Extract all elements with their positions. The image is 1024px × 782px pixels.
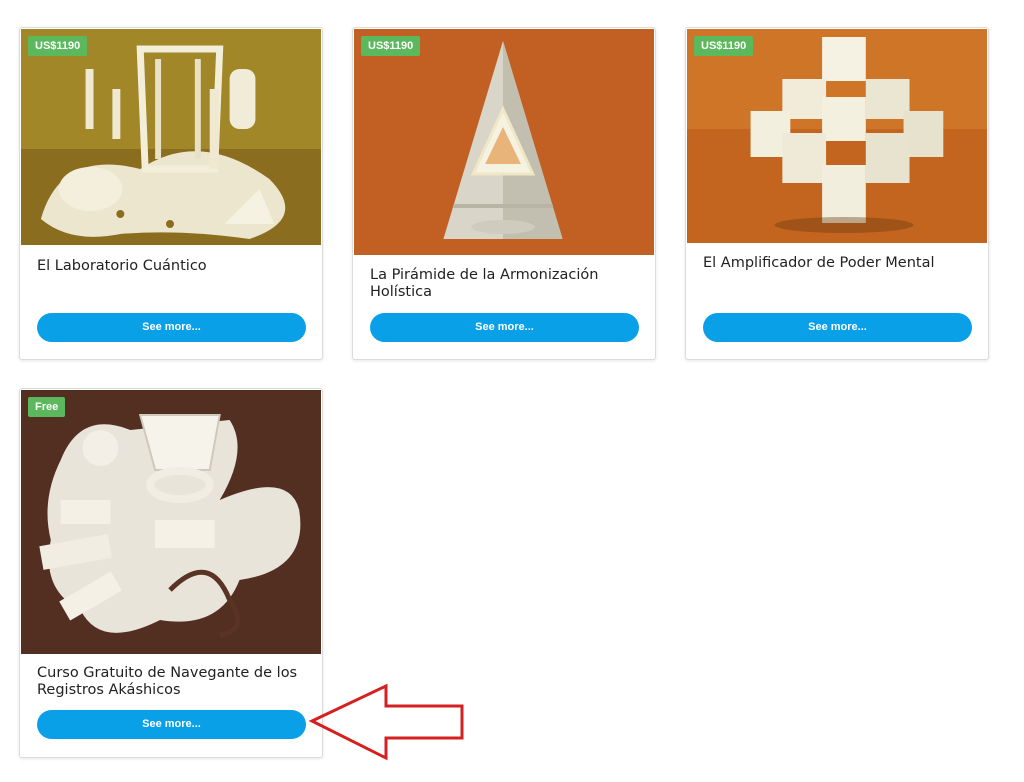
price-badge: Free — [28, 397, 66, 417]
see-more-button[interactable]: See more... — [370, 313, 639, 342]
see-more-button[interactable]: See more... — [37, 313, 306, 342]
product-image[interactable] — [21, 390, 321, 654]
see-more-button[interactable]: See more... — [703, 313, 972, 342]
product-image[interactable] — [687, 29, 987, 243]
price-badge: US$1190 — [694, 36, 754, 56]
product-card: US$1190 El Amplificador de Poder Mental … — [685, 27, 989, 360]
product-title[interactable]: El Laboratorio Cuántico — [37, 258, 308, 275]
product-card: US$1190 El Laboratorio Cuántico See more… — [19, 27, 323, 360]
price-badge: US$1190 — [361, 36, 421, 56]
price-badge: US$1190 — [28, 36, 88, 56]
product-card: Free Curso Gratuito de Navegante de los … — [19, 388, 323, 758]
product-title[interactable]: Curso Gratuito de Navegante de los Regis… — [37, 665, 308, 699]
product-title[interactable]: La Pirámide de la Armonización Holística — [370, 267, 641, 301]
product-title[interactable]: El Amplificador de Poder Mental — [703, 255, 974, 272]
product-image[interactable] — [21, 29, 321, 245]
product-card: US$1190 La Pirámide de la Armonización H… — [352, 27, 656, 360]
see-more-button[interactable]: See more... — [37, 710, 306, 739]
arrow-left-icon — [308, 683, 464, 761]
product-image[interactable] — [354, 29, 654, 255]
